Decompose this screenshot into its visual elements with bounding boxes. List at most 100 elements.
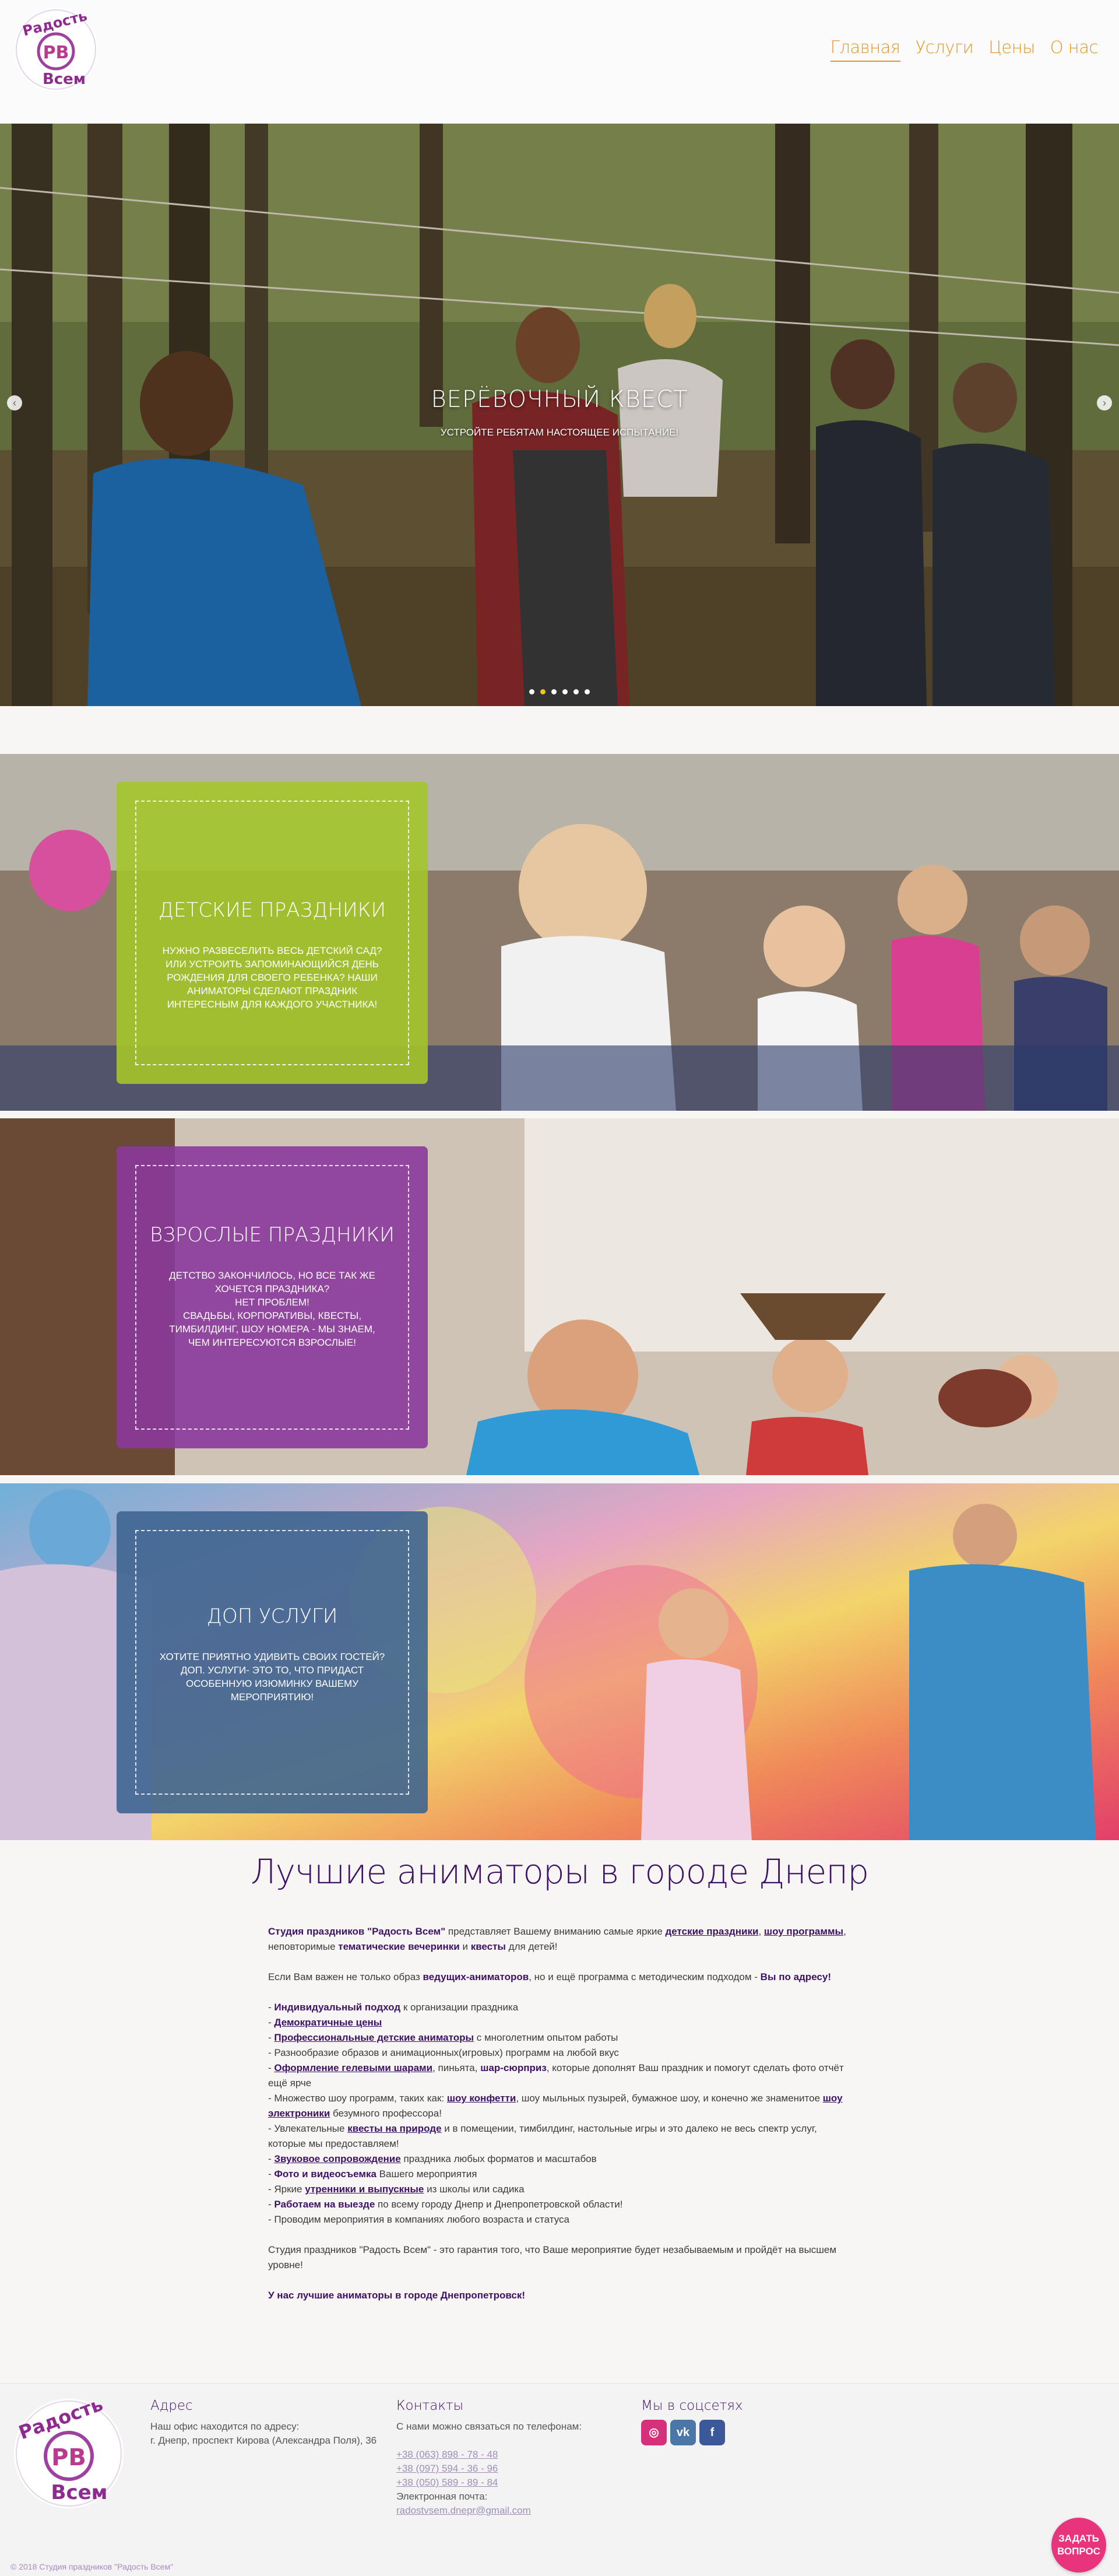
service-extras-text-line: ХОТИТЕ ПРИЯТНО УДИВИТЬ СВОИХ ГОСТЕЙ? ДОП… <box>159 1651 385 1703</box>
vk-icon[interactable]: vk <box>670 2420 696 2445</box>
service-extras-card[interactable]: ДОП УСЛУГИ ХОТИТЕ ПРИЯТНО УДИВИТЬ СВОИХ … <box>117 1511 428 1813</box>
bold-text: шар-сюрприз <box>480 2062 547 2073</box>
hero-slider: ‹ › ВЕРЁВОЧНЫЙ КВЕСТ УСТРОЙТЕ РЕБЯТАМ НА… <box>0 124 1119 706</box>
email-link[interactable]: radostvsem.dnepr@gmail.com <box>396 2504 618 2518</box>
service-kids-title: ДЕТСКИЕ ПРАЗДНИКИ <box>158 899 386 922</box>
service-adults-text-line: СВАДЬБЫ, КОРПОРАТИВЫ, КВЕСТЫ, ТИМБИЛДИНГ… <box>169 1310 375 1348</box>
facebook-icon[interactable]: f <box>699 2420 725 2445</box>
text: Проводим мероприятия в компаниях любого … <box>274 2214 569 2225</box>
link-kids-parties[interactable]: детские праздники <box>666 1926 759 1937</box>
link-confetti-show[interactable]: шоу конфетти <box>447 2093 516 2104</box>
contacts-intro: С нами можно связаться по телефонам: <box>396 2421 582 2432</box>
text: , <box>758 1926 764 1937</box>
service-kids-text-line: НУЖНО РАЗВЕСЕЛИТЬ ВЕСЬ ДЕТСКИЙ САД? ИЛИ … <box>162 945 382 1010</box>
bold-text: Вы по адресу! <box>760 1971 831 1982</box>
service-adults-block[interactable]: ВЗРОСЛЫЕ ПРАЗДНИКИ ДЕТСТВО ЗАКОНЧИЛОСЬ, … <box>0 1118 1119 1475</box>
footer-contacts: Контакты С нами можно связаться по телеф… <box>396 2399 618 2518</box>
page-heading: Лучшие аниматоры в городе Днепр <box>250 1852 869 1891</box>
service-extras-text: ХОТИТЕ ПРИЯТНО УДИВИТЬ СВОИХ ГОСТЕЙ? ДОП… <box>157 1650 387 1704</box>
main-nav: Главная Услуги Цены О нас <box>830 37 1099 62</box>
text: , шоу мыльных пузырей, бумажное шоу, и к… <box>516 2093 823 2104</box>
text: безумного профессора! <box>330 2108 442 2119</box>
email-label: Электронная почта: <box>396 2491 488 2502</box>
nav-home[interactable]: Главная <box>830 37 900 62</box>
hero-caption: ВЕРЁВОЧНЫЙ КВЕСТ УСТРОЙТЕ РЕБЯТАМ НАСТОЯ… <box>0 386 1119 438</box>
link-balloons[interactable]: Оформление гелевыми шарами <box>274 2062 432 2073</box>
text: , но и ещё программа с методическим подх… <box>529 1971 761 1982</box>
ask-question-label: ЗАДАТЬ ВОПРОС <box>1057 2533 1100 2557</box>
svg-text:РВ: РВ <box>43 43 69 63</box>
slider-dot[interactable] <box>540 689 546 694</box>
text: к организации праздника <box>400 2002 519 2013</box>
footer-logo[interactable]: РВ Радость Всем <box>10 2393 127 2512</box>
text: Множество шоу программ, таких как: <box>274 2093 447 2104</box>
text: из школы или садика <box>424 2184 525 2195</box>
text: Разнообразие образов и анимационных(игро… <box>274 2047 619 2058</box>
intro-paragraph: Студия праздников "Радость Всем" предста… <box>268 1924 851 1954</box>
svg-text:Всем: Всем <box>51 2481 108 2504</box>
features-list: - Индивидуальный подход к организации пр… <box>268 2002 844 2225</box>
approach-paragraph: Если Вам важен не только образ ведущих-а… <box>268 1970 851 1985</box>
link-prices[interactable]: Демократичные цены <box>274 2017 382 2028</box>
service-adults-text-line: НЕТ ПРОБЛЕМ! <box>235 1297 309 1308</box>
bold-text: ведущих-аниматоров <box>423 1971 529 1982</box>
text: , пиньята, <box>432 2062 481 2073</box>
article-text: Студия праздников "Радость Всем" предста… <box>268 1924 851 2318</box>
site-logo[interactable]: РВ Радость Всем <box>10 6 101 93</box>
address-line: Наш офис находится по адресу: <box>150 2421 300 2432</box>
service-adults-card[interactable]: ВЗРОСЛЫЕ ПРАЗДНИКИ ДЕТСТВО ЗАКОНЧИЛОСЬ, … <box>117 1146 428 1448</box>
text: Яркие <box>274 2184 305 2195</box>
text: с многолетним опытом работы <box>474 2032 618 2043</box>
bold-text: Работаем на выезде <box>274 2199 375 2210</box>
footer-address: Адрес Наш офис находится по адресу: г. Д… <box>150 2399 383 2448</box>
link-show-programs[interactable]: шоу программы <box>764 1926 843 1937</box>
service-kids-block[interactable]: ДЕТСКИЕ ПРАЗДНИКИ НУЖНО РАЗВЕСЕЛИТЬ ВЕСЬ… <box>0 754 1119 1111</box>
slider-dot[interactable] <box>585 689 590 694</box>
text: праздника любых форматов и масштабов <box>400 2153 597 2164</box>
slider-dot[interactable] <box>573 689 579 694</box>
social-title: Мы в соцсетях <box>641 2398 743 2413</box>
phone-link[interactable]: +38 (050) 589 - 89 - 84 <box>396 2476 618 2490</box>
svg-text:РВ: РВ <box>51 2444 86 2471</box>
bold-text: квесты <box>470 1941 506 1952</box>
address-title: Адрес <box>150 2398 193 2413</box>
nav-about[interactable]: О нас <box>1050 37 1099 62</box>
text: Вашего мероприятия <box>376 2168 477 2180</box>
bold-text: тематические вечеринки <box>338 1941 460 1952</box>
phone-link[interactable]: +38 (063) 898 - 78 - 48 <box>396 2448 618 2462</box>
slider-dot[interactable] <box>529 689 534 694</box>
text: представляет Вашему вниманию самые яркие <box>445 1926 666 1937</box>
social-links: ◎ vk f <box>641 2420 816 2445</box>
bold-text: Студия праздников "Радость Всем" <box>268 1926 446 1937</box>
phone-link[interactable]: +38 (097) 594 - 36 - 96 <box>396 2462 618 2476</box>
service-kids-card[interactable]: ДЕТСКИЕ ПРАЗДНИКИ НУЖНО РАЗВЕСЕЛИТЬ ВЕСЬ… <box>117 782 428 1084</box>
bold-text: Фото и видеосъемка <box>274 2168 376 2180</box>
link-sound[interactable]: Звуковое сопровождение <box>274 2153 400 2164</box>
service-kids-text: НУЖНО РАЗВЕСЕЛИТЬ ВЕСЬ ДЕТСКИЙ САД? ИЛИ … <box>157 944 387 1011</box>
text: для детей! <box>505 1941 558 1952</box>
text: по всему городу Днепр и Днепропетровской… <box>375 2199 623 2210</box>
slider-dot[interactable] <box>551 689 557 694</box>
service-extras-block[interactable]: ДОП УСЛУГИ ХОТИТЕ ПРИЯТНО УДИВИТЬ СВОИХ … <box>0 1483 1119 1840</box>
slider-dot[interactable] <box>562 689 568 694</box>
footer-social: Мы в соцсетях ◎ vk f <box>641 2399 816 2445</box>
text: Увлекательные <box>274 2123 348 2134</box>
link-matinees[interactable]: утренники и выпускные <box>305 2184 424 2195</box>
service-adults-text-line: ДЕТСТВО ЗАКОНЧИЛОСЬ, НО ВСЕ ТАК ЖЕ ХОЧЕТ… <box>169 1270 375 1294</box>
link-outdoor-quests[interactable]: квесты на природе <box>347 2123 441 2134</box>
service-adults-title: ВЗРОСЛЫЕ ПРАЗДНИКИ <box>150 1223 395 1247</box>
instagram-icon[interactable]: ◎ <box>641 2420 667 2445</box>
hero-subtitle: УСТРОЙТЕ РЕБЯТАМ НАСТОЯЩЕЕ ИСПЫТАНИЕ! <box>440 427 679 438</box>
nav-prices[interactable]: Цены <box>988 37 1035 62</box>
site-header: РВ Радость Всем Главная Услуги Цены О на… <box>0 0 1119 124</box>
ask-question-button[interactable]: ЗАДАТЬ ВОПРОС <box>1051 2518 1106 2573</box>
final-statement: У нас лучшие аниматоры в городе Днепропе… <box>268 2290 526 2301</box>
service-extras-title: ДОП УСЛУГИ <box>206 1605 338 1628</box>
nav-services[interactable]: Услуги <box>916 37 974 62</box>
link-animators[interactable]: Профессиональные детские аниматоры <box>274 2032 474 2043</box>
contacts-title: Контакты <box>396 2398 464 2413</box>
site-footer: РВ Радость Всем Адрес Наш офис находится… <box>0 2383 1119 2576</box>
slider-dots <box>0 689 1119 694</box>
text: и <box>459 1941 471 1952</box>
address-line: г. Днепр, проспект Кирова (Александра По… <box>150 2435 377 2446</box>
